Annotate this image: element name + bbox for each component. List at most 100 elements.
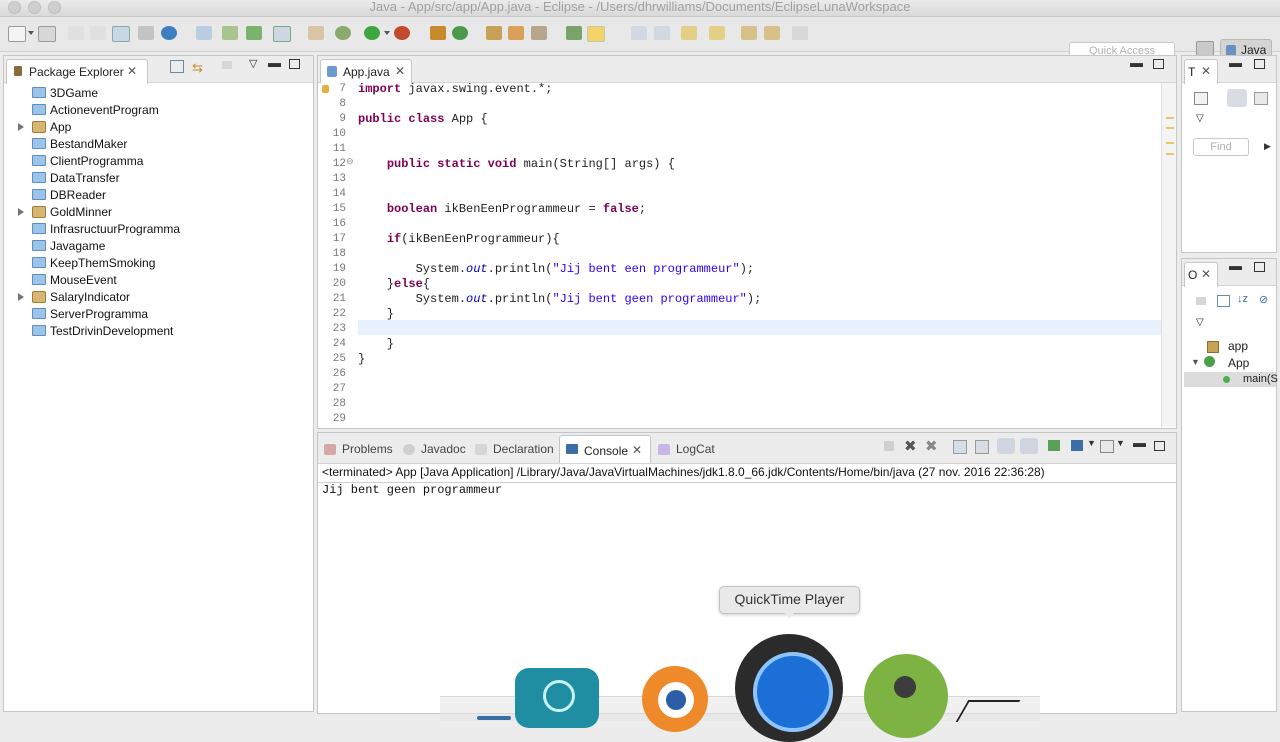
show-stderr-icon[interactable] xyxy=(1020,438,1038,454)
remove-launch-icon[interactable]: ✖ xyxy=(904,437,917,455)
new-task-icon[interactable] xyxy=(1194,92,1208,105)
new-java-project-icon[interactable] xyxy=(430,26,446,40)
tab-package-explorer[interactable]: Package Explorer ✕ xyxy=(6,59,148,84)
run-dropdown-icon[interactable] xyxy=(384,31,390,35)
code-line[interactable]: public class App { xyxy=(358,112,488,127)
open-task-icon[interactable] xyxy=(508,26,524,40)
atom-app-icon[interactable] xyxy=(515,668,599,728)
chevron-right-icon[interactable] xyxy=(18,123,24,131)
maximize-icon[interactable] xyxy=(1153,59,1164,69)
previous-annotation-icon[interactable] xyxy=(709,26,725,40)
maximize-icon[interactable] xyxy=(1154,441,1165,451)
download-icon[interactable] xyxy=(222,26,238,40)
close-icon[interactable]: ✕ xyxy=(632,443,642,457)
ruler-marker[interactable] xyxy=(1166,127,1174,129)
chevron-down-icon[interactable]: ▼ xyxy=(1116,438,1125,448)
minimize-icon[interactable]: ▬ xyxy=(268,55,281,70)
tab-javadoc[interactable]: Javadoc xyxy=(403,440,466,458)
close-icon[interactable]: ✕ xyxy=(127,64,137,78)
code-line[interactable]: import javax.swing.event.*; xyxy=(358,83,552,97)
overview-ruler[interactable] xyxy=(1161,83,1176,427)
highlight-icon[interactable] xyxy=(587,26,605,42)
ruler-marker[interactable] xyxy=(1166,142,1174,144)
chevron-right-icon[interactable] xyxy=(18,208,24,216)
tree-item[interactable]: 3DGame xyxy=(32,85,98,102)
tree-item[interactable]: ServerProgramma xyxy=(32,306,148,323)
tree-item[interactable]: App xyxy=(18,119,71,136)
collapse-all-icon[interactable] xyxy=(1217,295,1230,307)
chevron-down-icon[interactable]: ▼ xyxy=(1191,357,1200,367)
tree-item[interactable]: DBReader xyxy=(32,187,106,204)
blender-app-icon[interactable] xyxy=(620,648,720,732)
console-output[interactable]: Jij bent geen programmeur xyxy=(322,483,502,497)
external-tools-icon[interactable] xyxy=(394,26,410,40)
scroll-lock-icon[interactable] xyxy=(975,440,989,454)
ruler-marker[interactable] xyxy=(1166,153,1174,155)
new-class-icon[interactable] xyxy=(452,26,468,40)
last-edit-icon[interactable] xyxy=(741,26,757,40)
block-selection-icon[interactable] xyxy=(654,26,670,40)
maximize-icon[interactable] xyxy=(1254,262,1265,272)
minimize-icon[interactable]: ▬ xyxy=(1133,435,1146,450)
new-icon[interactable] xyxy=(8,26,26,42)
skip-breakpoints-icon[interactable] xyxy=(196,26,212,40)
hide-fields-icon[interactable]: ⊘ xyxy=(1259,293,1268,306)
find-input[interactable]: Find xyxy=(1193,138,1249,156)
tree-item[interactable]: ClientProgramma xyxy=(32,153,143,170)
tree-item[interactable]: TestDrivinDevelopment xyxy=(32,323,173,340)
collapse-all-icon[interactable] xyxy=(170,60,184,73)
globe-icon[interactable] xyxy=(161,26,177,40)
tab-declaration[interactable]: Declaration xyxy=(475,440,554,458)
run-icon[interactable] xyxy=(364,26,380,40)
close-icon[interactable]: ✕ xyxy=(395,64,405,78)
close-icon[interactable]: ✕ xyxy=(1201,64,1211,78)
annotation-icon[interactable] xyxy=(566,26,582,40)
code-line[interactable]: if(ikBenEenProgrammeur){ xyxy=(358,232,560,247)
chevron-down-icon[interactable]: ▼ xyxy=(1087,438,1096,448)
minimize-icon[interactable]: ▬ xyxy=(1229,55,1242,70)
print-icon[interactable] xyxy=(112,26,130,42)
properties-icon[interactable] xyxy=(138,26,154,40)
debug-icon[interactable] xyxy=(335,26,351,40)
outline-item[interactable]: App xyxy=(1228,356,1249,370)
view-menu-icon[interactable]: ▽ xyxy=(1196,113,1204,124)
clear-console-icon[interactable] xyxy=(953,440,967,454)
tree-item[interactable]: InfrasructuurProgramma xyxy=(32,221,180,238)
task-icon[interactable] xyxy=(273,26,291,42)
tab-outline[interactable]: O ✕ xyxy=(1184,262,1218,287)
link-with-editor-icon[interactable]: ⇆ xyxy=(192,60,203,76)
outline-item[interactable]: main(S xyxy=(1243,373,1278,385)
minimize-icon[interactable]: ▬ xyxy=(1229,258,1242,273)
dock-app-icon[interactable] xyxy=(477,716,511,720)
code-line[interactable]: System.out.println("Jij bent geen progra… xyxy=(358,292,762,307)
view-menu-icon[interactable]: ▽ xyxy=(249,57,257,70)
chevron-right-icon[interactable]: ▶ xyxy=(1264,141,1271,152)
view-menu-icon[interactable]: ▽ xyxy=(1196,317,1204,328)
open-console-icon[interactable] xyxy=(1100,440,1114,453)
tree-item[interactable]: MouseEvent xyxy=(32,272,117,289)
code-line[interactable]: } xyxy=(358,352,365,367)
next-annotation-icon[interactable] xyxy=(681,26,697,40)
maximize-icon[interactable] xyxy=(289,59,300,69)
code-line[interactable]: public static void main(String[] args) { xyxy=(358,157,675,172)
tree-item[interactable]: Javagame xyxy=(32,238,105,255)
tab-console[interactable]: Console ✕ xyxy=(559,435,651,463)
display-console-icon[interactable] xyxy=(1071,440,1083,451)
search-icon[interactable] xyxy=(531,26,547,40)
chevron-down-icon[interactable] xyxy=(28,31,34,35)
categorize-icon[interactable] xyxy=(1227,89,1247,107)
close-icon[interactable]: ✕ xyxy=(1201,267,1211,281)
open-icon[interactable] xyxy=(38,26,56,42)
tab-logcat[interactable]: LogCat xyxy=(658,440,715,458)
tab-problems[interactable]: Problems xyxy=(324,440,393,458)
show-stdout-icon[interactable] xyxy=(997,438,1015,454)
code-line[interactable]: boolean ikBenEenProgrammeur = false; xyxy=(358,202,646,217)
tab-app-java[interactable]: App.java ✕ xyxy=(320,59,412,84)
tree-item[interactable]: ActioneventProgram xyxy=(32,102,159,119)
code-line[interactable]: } xyxy=(358,337,394,352)
tree-item[interactable]: BestandMaker xyxy=(32,136,127,153)
quicktime-app-icon[interactable] xyxy=(733,634,845,742)
tree-item[interactable]: DataTransfer xyxy=(32,170,120,187)
pin-console-icon[interactable] xyxy=(1048,440,1060,451)
show-whitespace-icon[interactable] xyxy=(631,26,647,40)
